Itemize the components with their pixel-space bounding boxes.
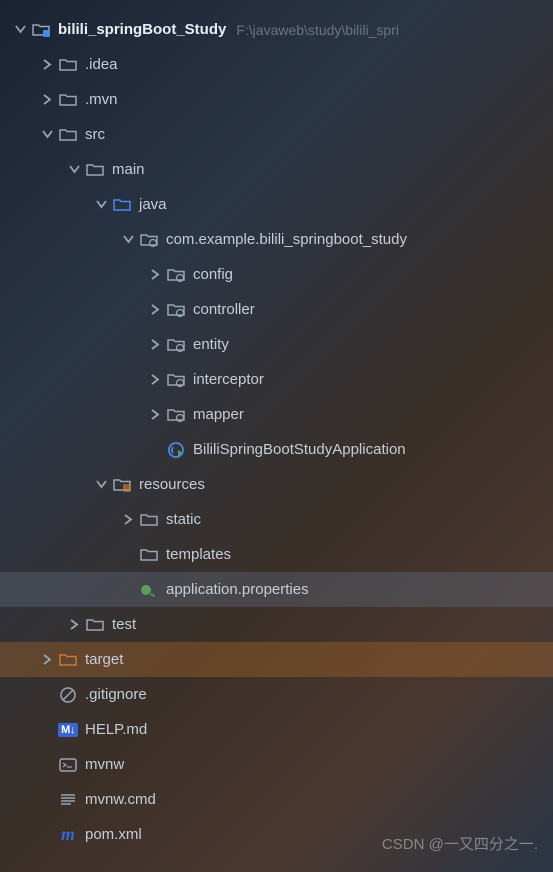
package-folder-icon: [165, 301, 187, 319]
package-folder-icon: [165, 266, 187, 284]
tree-item-mvnw[interactable]: mvnw: [0, 747, 553, 782]
tree-item-label: templates: [166, 546, 231, 563]
package-folder-icon: [165, 371, 187, 389]
tree-item-label: pom.xml: [85, 826, 142, 843]
tree-item-src[interactable]: src: [0, 117, 553, 152]
tree-item-gitignore[interactable]: .gitignore: [0, 677, 553, 712]
tree-item-static[interactable]: static: [0, 502, 553, 537]
tree-item-label: com.example.bilili_springboot_study: [166, 231, 407, 248]
tree-item-mvn[interactable]: .mvn: [0, 82, 553, 117]
text-file-icon: [57, 791, 79, 809]
chevron-right-icon[interactable]: [118, 514, 138, 525]
tree-item-label: static: [166, 511, 201, 528]
folder-icon: [84, 161, 106, 179]
tree-item-label: BililiSpringBootStudyApplication: [193, 441, 406, 458]
source-folder-icon: [111, 196, 133, 214]
chevron-down-icon[interactable]: [10, 24, 30, 35]
watermark: CSDN @一又四分之一.: [382, 833, 538, 854]
tree-item-test[interactable]: test: [0, 607, 553, 642]
tree-item-label: interceptor: [193, 371, 264, 388]
tree-item-mapper[interactable]: mapper: [0, 397, 553, 432]
folder-icon: [84, 616, 106, 634]
tree-item-label: mvnw.cmd: [85, 791, 156, 808]
tree-item-idea[interactable]: .idea: [0, 47, 553, 82]
tree-item-resources[interactable]: resources: [0, 467, 553, 502]
module-folder-icon: [30, 21, 52, 39]
tree-item-label: application.properties: [166, 581, 309, 598]
project-name: bilili_springBoot_Study: [58, 21, 226, 38]
chevron-right-icon[interactable]: [145, 269, 165, 280]
folder-icon: [57, 91, 79, 109]
tree-item-label: main: [112, 161, 145, 178]
tree-item-root[interactable]: bilili_springBoot_Study F:\javaweb\study…: [0, 12, 553, 47]
tree-item-label: entity: [193, 336, 229, 353]
project-tree: bilili_springBoot_Study F:\javaweb\study…: [0, 0, 553, 852]
package-folder-icon: [138, 231, 160, 249]
chevron-down-icon[interactable]: [91, 479, 111, 490]
tree-item-label: src: [85, 126, 105, 143]
chevron-right-icon[interactable]: [145, 304, 165, 315]
spring-leaf-icon: [138, 581, 160, 599]
tree-item-label: controller: [193, 301, 255, 318]
runnable-class-icon: [165, 441, 187, 459]
chevron-right-icon[interactable]: [64, 619, 84, 630]
folder-icon: [57, 126, 79, 144]
chevron-right-icon[interactable]: [37, 59, 57, 70]
tree-item-controller[interactable]: controller: [0, 292, 553, 327]
maven-file-icon: m: [57, 824, 79, 845]
tree-item-interceptor[interactable]: interceptor: [0, 362, 553, 397]
chevron-right-icon[interactable]: [145, 339, 165, 350]
folder-icon: [57, 56, 79, 74]
tree-item-label: target: [85, 651, 123, 668]
excluded-folder-icon: [57, 651, 79, 669]
chevron-down-icon[interactable]: [118, 234, 138, 245]
tree-item-main[interactable]: main: [0, 152, 553, 187]
tree-item-package[interactable]: com.example.bilili_springboot_study: [0, 222, 553, 257]
resources-folder-icon: [111, 476, 133, 494]
tree-item-label: java: [139, 196, 167, 213]
tree-item-label: mapper: [193, 406, 244, 423]
tree-item-application-properties[interactable]: application.properties: [0, 572, 553, 607]
tree-item-entity[interactable]: entity: [0, 327, 553, 362]
package-folder-icon: [165, 336, 187, 354]
tree-item-mvnwcmd[interactable]: mvnw.cmd: [0, 782, 553, 817]
tree-item-label: .gitignore: [85, 686, 147, 703]
tree-item-java[interactable]: java: [0, 187, 553, 222]
tree-item-config[interactable]: config: [0, 257, 553, 292]
folder-icon: [138, 511, 160, 529]
markdown-file-icon: M↓: [57, 723, 79, 737]
tree-item-helpmd[interactable]: M↓ HELP.md: [0, 712, 553, 747]
chevron-right-icon[interactable]: [145, 409, 165, 420]
tree-item-templates[interactable]: templates: [0, 537, 553, 572]
package-folder-icon: [165, 406, 187, 424]
tree-item-label: resources: [139, 476, 205, 493]
chevron-down-icon[interactable]: [37, 129, 57, 140]
chevron-right-icon[interactable]: [37, 94, 57, 105]
tree-item-label: mvnw: [85, 756, 124, 773]
tree-item-label: .idea: [85, 56, 118, 73]
tree-item-label: config: [193, 266, 233, 283]
ignore-file-icon: [57, 686, 79, 704]
tree-item-target[interactable]: target: [0, 642, 553, 677]
project-path: F:\javaweb\study\bilili_spri: [236, 22, 399, 38]
chevron-down-icon[interactable]: [64, 164, 84, 175]
folder-icon: [138, 546, 160, 564]
chevron-right-icon[interactable]: [37, 654, 57, 665]
shell-file-icon: [57, 756, 79, 774]
chevron-right-icon[interactable]: [145, 374, 165, 385]
tree-item-application-class[interactable]: BililiSpringBootStudyApplication: [0, 432, 553, 467]
chevron-down-icon[interactable]: [91, 199, 111, 210]
tree-item-label: .mvn: [85, 91, 118, 108]
tree-item-label: test: [112, 616, 136, 633]
tree-item-label: HELP.md: [85, 721, 147, 738]
